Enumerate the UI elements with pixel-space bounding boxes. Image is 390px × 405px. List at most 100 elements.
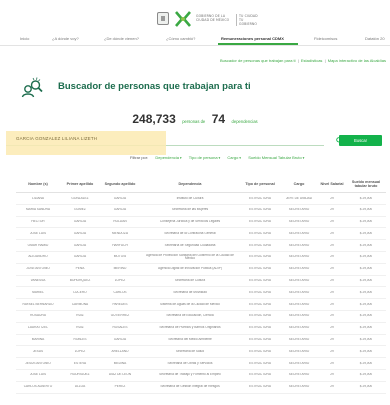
col-header-primer-apellido[interactable]: Primer apellido bbox=[60, 182, 100, 187]
cell-nombre: MARIA SANDRA bbox=[25, 208, 51, 212]
cell-segundo-apellido: MOTOSI bbox=[113, 255, 127, 259]
cell-nombre: JESUS ANTONIO bbox=[25, 361, 51, 365]
cell-cargo: SECRETARIO bbox=[288, 290, 310, 294]
table-row[interactable]: JOSE LUIS RODRIGUEZ DIAZ DE LEON Secretaría… bbox=[16, 370, 386, 382]
dependency-count: 74 bbox=[211, 112, 226, 126]
table-row[interactable]: JOSE LUIS GARCIA MENDOZA Secretaría de la C… bbox=[16, 228, 386, 241]
nav-item-dataton[interactable]: Datatón 20 bbox=[365, 36, 385, 41]
cell-tipo-personal: ESTRUCTURA bbox=[249, 267, 271, 271]
cell-sueldo: $ 29,000 bbox=[359, 349, 373, 353]
cell-nombre: VANESSA bbox=[30, 279, 46, 283]
table-row[interactable]: JOSE ANTONIO PEÑA MERINO Agencia Digital de… bbox=[16, 264, 386, 276]
table-row[interactable]: OMAR HAMID GARCIA HARFUCH Secretaría de Seg… bbox=[16, 240, 386, 252]
nav-item-fideicomisos[interactable]: Fideicomisos bbox=[314, 36, 337, 41]
cell-cargo: SECRETARIO bbox=[288, 373, 310, 377]
search-button[interactable]: Buscar bbox=[339, 135, 382, 146]
cell-nombre: ROSAURA bbox=[30, 314, 46, 318]
table-row[interactable]: HECTOR GARCIA ROLDAN Consejería Jurídica y … bbox=[16, 217, 386, 229]
cell-dependencia: Instituto de Cultura bbox=[176, 196, 204, 200]
table-row[interactable]: MARINA ROBLES GARCIA Secretaría del Medio A… bbox=[16, 335, 386, 347]
table-row[interactable]: CARLOS ALBERTO ULLOA PEREZ Secretaría de Ge… bbox=[16, 382, 386, 394]
table-row[interactable]: MARIEL LUCERO CARLOS Secretaría de Movilida… bbox=[16, 287, 386, 300]
cell-tipo-personal: ESTRUCTURA bbox=[249, 279, 271, 283]
col-header-cargo[interactable]: Cargo bbox=[280, 182, 318, 187]
result-counter: 248,733 personas de 74 dependencias bbox=[0, 110, 390, 128]
cell-dependencia: Secretaría de Cultura bbox=[174, 279, 206, 283]
cell-segundo-apellido: MEDINA bbox=[113, 361, 127, 365]
col-header-sueldo[interactable]: Sueldo mensual tabular bruto bbox=[346, 180, 386, 189]
filter-cargo[interactable]: Cargo bbox=[221, 155, 241, 160]
cell-segundo-apellido: GARCIA bbox=[113, 208, 127, 212]
table-row[interactable]: LAURA ITZEL RUIZ ROSALES Secretaría de Pueb… bbox=[16, 323, 386, 335]
cell-nombre: JOSE LUIS bbox=[29, 231, 47, 235]
cell-nombre: CARLOS ALBERTO bbox=[23, 385, 53, 389]
cell-sueldo: $ 29,000 bbox=[359, 220, 373, 224]
nav-item-de-donde-vienen[interactable]: ¿De dónde vienen? bbox=[104, 36, 139, 41]
cell-primer-apellido: CARMONA bbox=[71, 302, 89, 306]
filter-sueldo[interactable]: Sueldo Mensual Tabular Bruto bbox=[242, 155, 304, 160]
table-body: LILIANA GONZALEZ GARCIA Instituto de Cultur… bbox=[16, 193, 386, 394]
search-input[interactable]: GARCIA GONZALEZ LILIANA LIZETH bbox=[6, 131, 324, 155]
col-header-nivel[interactable]: Nivel Salarial bbox=[318, 182, 346, 187]
cell-tipo-personal: ESTRUCTURA bbox=[249, 255, 271, 259]
subnav-estadisticas[interactable]: Estadísticas bbox=[301, 58, 323, 63]
table-header: Nombre (s) Primer apellido Segundo apell… bbox=[16, 176, 386, 193]
search-highlight bbox=[6, 131, 166, 155]
cell-nombre: MARINA bbox=[31, 338, 45, 342]
table-row[interactable]: ALEJANDRO GARCIA MOTOSI Agencia de Protecci… bbox=[16, 252, 386, 264]
cell-tipo-personal: ESTRUCTURA bbox=[249, 361, 271, 365]
table-row[interactable]: RAFAEL BERNARDO CARMONA PAREDES Sistema de … bbox=[16, 299, 386, 311]
subnav-mapa[interactable]: Mapa interactivo de las Alcaldías bbox=[328, 58, 386, 63]
cell-dependencia: Consejería Jurídica y de Servicios Legal… bbox=[159, 220, 221, 224]
nav-item-inicio[interactable]: Inicio bbox=[20, 36, 29, 41]
cell-sueldo: $ 29,000 bbox=[359, 361, 373, 365]
cell-sueldo: $ 29,000 bbox=[359, 243, 373, 247]
cell-nivel: 29 bbox=[330, 267, 334, 271]
cell-primer-apellido: GARCIA bbox=[73, 220, 87, 224]
cell-dependencia: Sistema de Aguas de la Ciudad de México bbox=[160, 302, 220, 306]
nav-item-remuneraciones[interactable]: Remuneraciones personal CDMX bbox=[221, 36, 284, 41]
cell-tipo-personal: ESTRUCTURA bbox=[249, 220, 271, 224]
cell-dependencia: Agencia Digital de Innovación Pública (A… bbox=[158, 267, 222, 271]
cell-primer-apellido: ULLOA bbox=[74, 385, 86, 389]
table-row[interactable]: MARIA SANDRA GOMEZ GARCIA Secretaría de las… bbox=[16, 205, 386, 217]
cell-sueldo: $ 29,000 bbox=[359, 196, 373, 200]
cell-sueldo: $ 29,000 bbox=[359, 208, 373, 212]
subnav-separator: | bbox=[324, 58, 326, 63]
cell-segundo-apellido: ARELLANO bbox=[111, 349, 129, 353]
crest-icon bbox=[157, 12, 169, 25]
cell-cargo: SECRETARIO bbox=[288, 385, 310, 389]
cell-primer-apellido: LOPEZ bbox=[74, 349, 86, 353]
col-header-tipo-personal[interactable]: Tipo de personal bbox=[240, 182, 280, 187]
cell-segundo-apellido: MENDOZA bbox=[112, 231, 128, 235]
subnav-separator: | bbox=[297, 58, 299, 63]
cell-dependencia: Secretaría de Movilidad bbox=[173, 290, 207, 294]
cell-dependencia: Secretaría de las Mujeres bbox=[171, 208, 209, 212]
cell-tipo-personal: ESTRUCTURA bbox=[249, 231, 271, 235]
table-row[interactable]: LILIANA GONZALEZ GARCIA Instituto de Cultur… bbox=[16, 193, 386, 205]
filter-dependencia[interactable]: Dependencia bbox=[149, 155, 181, 160]
cell-cargo: SECRETARIO bbox=[288, 243, 310, 247]
results-table: Nombre (s) Primer apellido Segundo apell… bbox=[16, 176, 386, 394]
cell-dependencia: Secretaría de la Contraloría General bbox=[164, 231, 216, 235]
cell-dependencia: Secretaría del Medio Ambiente bbox=[168, 338, 212, 342]
cell-dependencia: Secretaría de Obras y Servicios bbox=[167, 361, 213, 365]
nav-item-a-donde-voy[interactable]: ¿A dónde voy? bbox=[52, 36, 79, 41]
cell-nombre: MARIEL bbox=[32, 290, 44, 294]
table-row[interactable]: JESUS ANTONIO ESTEVA MEDINA Secretaría de O… bbox=[16, 358, 386, 370]
col-header-dependencia[interactable]: Dependencia bbox=[140, 182, 240, 187]
table-row[interactable]: VANESSA BOHORQUEZ LOPEZ Secretaría de Cultu… bbox=[16, 276, 386, 288]
cell-cargo: SECRETARIO bbox=[288, 349, 310, 353]
col-header-nombre[interactable]: Nombre (s) bbox=[16, 182, 60, 187]
col-header-segundo-apellido[interactable]: Segundo apellido bbox=[100, 182, 140, 187]
cell-dependencia: Secretaría de Gestión Integral de Riesgo… bbox=[160, 385, 220, 389]
cell-tipo-personal: ESTRUCTURA bbox=[249, 326, 271, 330]
table-row[interactable]: ROSAURA RUIZ GUTIERREZ Secretaría de Educac… bbox=[16, 311, 386, 323]
cell-nivel: 29 bbox=[330, 220, 334, 224]
cell-nivel: 29 bbox=[330, 314, 334, 318]
subnav-buscador[interactable]: Buscador de personas que trabajan para t… bbox=[220, 58, 296, 63]
nav-item-como-cambio[interactable]: ¿Cómo cambió? bbox=[166, 36, 195, 41]
table-row[interactable]: JESUS LOPEZ ARELLANO Secretaría de Salud EST… bbox=[16, 346, 386, 359]
filter-tipo-persona[interactable]: Tipo de persona bbox=[183, 155, 221, 160]
cell-cargo: SECRETARIO bbox=[288, 267, 310, 271]
